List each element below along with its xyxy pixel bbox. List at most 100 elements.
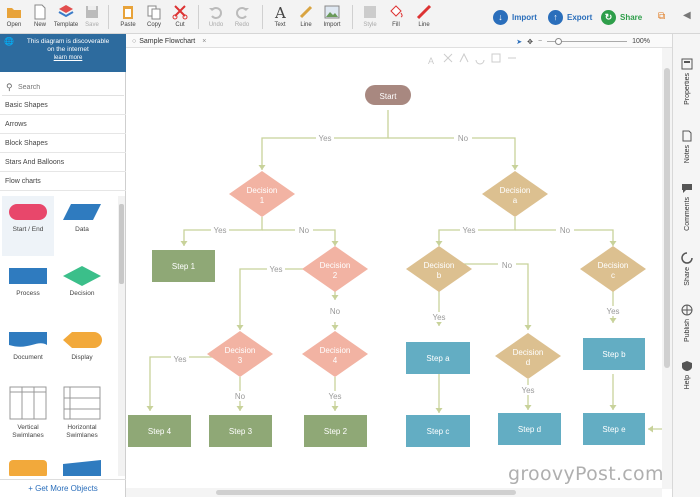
category-basic-shapes[interactable]: Basic Shapes <box>0 96 126 115</box>
image-icon <box>324 5 340 19</box>
shape-horizontal-swimlanes[interactable]: Horizontal Swimlanes <box>56 384 108 450</box>
redo-button[interactable]: Redo <box>228 3 256 31</box>
search-input[interactable] <box>18 80 122 94</box>
line-tool-button[interactable]: Line <box>292 3 320 31</box>
shape-display[interactable]: Display <box>56 324 108 384</box>
process-node[interactable]: Step 1 <box>152 250 215 282</box>
scrollbar-thumb[interactable] <box>664 68 670 368</box>
decision-node[interactable]: Decision2 <box>302 246 368 292</box>
process-node[interactable]: Step e <box>583 413 645 445</box>
shape-manual-input[interactable] <box>56 452 108 476</box>
connector-arrowhead <box>331 241 339 246</box>
diagram-canvas[interactable]: A Yes No Yes No Yes No Yes No Yes No Yes Yes No Yes Ye… <box>126 48 672 489</box>
process-node[interactable]: Step 4 <box>128 415 191 447</box>
process-node[interactable]: Step 3 <box>209 415 272 447</box>
scrollbar-thumb[interactable] <box>216 490 516 495</box>
properties-tab[interactable]: Properties <box>673 58 700 107</box>
start-node[interactable]: Start <box>365 85 411 105</box>
text-format-icon[interactable]: A <box>428 56 434 66</box>
share-tab[interactable]: Share <box>673 252 700 288</box>
undo-button[interactable]: Undo <box>202 3 230 31</box>
category-stars-and-balloons[interactable]: Stars And Balloons <box>0 153 126 172</box>
canvas-vertical-scrollbar[interactable] <box>662 48 672 489</box>
decision-node[interactable]: Decisionc <box>580 246 646 292</box>
fullscreen-icon[interactable]: ⧉ <box>658 11 665 22</box>
process-node[interactable]: Step a <box>406 342 470 374</box>
paste-button[interactable]: Paste <box>114 3 142 31</box>
notes-tab[interactable]: Notes <box>673 130 700 165</box>
export-button[interactable]: ↑ Export <box>548 9 592 25</box>
process-node[interactable]: Step 2 <box>304 415 367 447</box>
pointer-icon[interactable]: ➤ <box>516 38 522 46</box>
arrow-style-icon[interactable] <box>459 52 469 63</box>
share-button[interactable]: ↻ Share <box>601 9 642 25</box>
decision-label: Decision <box>320 261 351 270</box>
zoom-out-icon[interactable]: − <box>538 38 542 45</box>
learn-more-link[interactable]: learn more <box>14 54 122 62</box>
discoverable-banner: 🌐 This diagram is discoverable on the in… <box>0 34 126 72</box>
rectangle-shape-icon <box>9 268 47 284</box>
scrollbar-thumb[interactable] <box>119 204 124 284</box>
category-flow-charts[interactable]: Flow charts <box>0 172 126 191</box>
notes-icon <box>682 130 692 142</box>
import-button[interactable]: ↓ Import <box>493 9 537 25</box>
shape-process[interactable]: Process <box>2 260 54 320</box>
process-node[interactable]: Step d <box>498 413 561 445</box>
lock-icon[interactable] <box>491 53 501 63</box>
decision-node[interactable]: Decision1 <box>229 171 295 217</box>
comments-tab[interactable]: Comments <box>673 182 700 233</box>
text-tool-button[interactable]: A Text <box>266 3 294 31</box>
open-button[interactable]: Open <box>0 3 28 31</box>
move-icon[interactable]: ✥ <box>527 38 533 46</box>
connector-tool-icon[interactable] <box>443 53 453 63</box>
shape-vertical-swimlanes[interactable]: Vertical Swimlanes <box>2 384 54 450</box>
yes-label: Yes <box>318 134 331 143</box>
cut-button[interactable]: Cut <box>166 3 194 31</box>
process-node[interactable]: Step b <box>583 338 645 370</box>
no-label: No <box>299 226 310 235</box>
save-button[interactable]: Save <box>78 3 106 31</box>
category-block-shapes[interactable]: Block Shapes <box>0 134 126 153</box>
connector-line[interactable] <box>388 137 516 170</box>
shape-start-end[interactable]: Start / End <box>2 196 54 256</box>
line-style-button[interactable]: Line <box>410 3 438 31</box>
folder-icon <box>7 8 21 18</box>
close-icon[interactable]: × <box>202 38 206 45</box>
shape-decision[interactable]: Decision <box>56 260 108 320</box>
shape-document[interactable]: Document <box>2 324 54 384</box>
decision-label: Decision <box>598 261 629 270</box>
decision-node[interactable]: Decisiona <box>482 171 548 217</box>
zoom-slider-knob[interactable] <box>555 38 563 45</box>
style-icon <box>364 6 376 18</box>
import-image-button[interactable]: Import <box>318 3 346 31</box>
style-button[interactable]: Style <box>356 3 384 31</box>
zoom-control: ➤ ✥ − 100% <box>516 36 650 47</box>
connector-arrowhead <box>609 405 617 410</box>
canvas-horizontal-scrollbar[interactable] <box>126 488 662 497</box>
decision-label: 1 <box>260 196 265 205</box>
copy-button[interactable]: Copy <box>140 3 168 31</box>
process-label: Step 3 <box>229 427 253 436</box>
shape-data[interactable]: Data <box>56 196 108 256</box>
zoom-slider[interactable] <box>547 38 628 45</box>
shape-panel-scrollbar[interactable] <box>118 196 125 476</box>
publish-tab[interactable]: Publish <box>673 304 700 344</box>
decision-node[interactable]: Decision3 <box>207 331 273 377</box>
no-label: No <box>458 134 469 143</box>
decision-label: c <box>611 271 615 280</box>
collapse-arrow-icon[interactable]: ◀ <box>683 10 691 21</box>
decision-node[interactable]: Decision4 <box>302 331 368 377</box>
new-button[interactable]: New <box>26 3 54 31</box>
link-icon[interactable] <box>475 59 485 65</box>
help-tab[interactable]: Help <box>673 360 700 391</box>
get-more-objects-link[interactable]: + Get More Objects <box>0 479 126 497</box>
decision-node[interactable]: Decisiond <box>495 333 561 379</box>
category-arrows[interactable]: Arrows <box>0 115 126 134</box>
decision-node[interactable]: Decisionb <box>406 246 472 292</box>
display-shape-icon <box>63 332 102 348</box>
fill-button[interactable]: Fill <box>382 3 410 31</box>
template-button[interactable]: Template <box>52 3 80 31</box>
tab-sample-flowchart[interactable]: ○ Sample Flowchart × <box>132 35 206 48</box>
process-node[interactable]: Step c <box>406 415 470 447</box>
shape-stored-data[interactable] <box>2 452 54 476</box>
